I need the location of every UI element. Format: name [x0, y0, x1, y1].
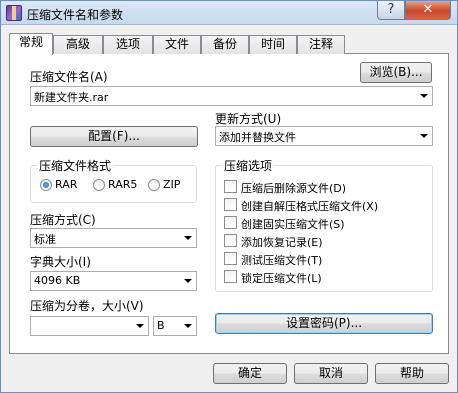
cancel-button[interactable]: 取消	[294, 363, 368, 384]
radio-rar5-label[interactable]: RAR5	[108, 178, 137, 191]
dict-label: 字典大小(I)	[30, 255, 91, 269]
dropdown-arrow-icon	[184, 324, 192, 328]
format-group-legend: 压缩文件格式	[37, 157, 114, 174]
help-title-button[interactable]: ?	[377, 1, 405, 20]
archive-dialog: 压缩文件名和参数 ? ✕ 压缩文件名(A) 浏览(B)... 新建文件夹.rar…	[0, 0, 458, 393]
checkbox-test[interactable]	[224, 252, 237, 265]
dropdown-arrow-icon	[184, 279, 192, 283]
checkbox-delete-after-label[interactable]: 压缩后删除源文件(D)	[241, 180, 346, 196]
tab-backup[interactable]: 备份	[201, 35, 249, 54]
tab-options[interactable]: 选项	[103, 35, 153, 54]
split-unit-select[interactable]: B	[153, 316, 197, 336]
winrar-app-icon	[6, 5, 22, 21]
dropdown-arrow-icon	[420, 134, 428, 138]
checkbox-sfx[interactable]	[224, 198, 237, 211]
dropdown-arrow-icon	[184, 236, 192, 240]
title-bar: 压缩文件名和参数 ? ✕	[1, 1, 457, 25]
dropdown-arrow-icon	[136, 324, 144, 328]
options-group: 压缩选项 压缩后删除源文件(D) 创建自解压格式压缩文件(X) 创建固实压缩文件…	[215, 157, 433, 292]
split-label: 压缩为分卷，大小(V)	[30, 299, 144, 313]
checkbox-lock[interactable]	[224, 270, 237, 283]
tab-panel-general: 压缩文件名(A) 浏览(B)... 新建文件夹.rar 更新方式(U) 配置(F…	[9, 53, 449, 354]
checkbox-solid-label[interactable]: 创建固实压缩文件(S)	[241, 216, 345, 232]
split-size-combo[interactable]	[30, 316, 149, 336]
archive-name-label: 压缩文件名(A)	[30, 70, 108, 84]
archive-name-combo[interactable]: 新建文件夹.rar	[30, 86, 433, 106]
radio-rar-label[interactable]: RAR	[55, 178, 77, 191]
tab-general[interactable]: 常规	[9, 33, 53, 55]
radio-rar[interactable]	[40, 179, 52, 191]
method-select[interactable]: 标准	[30, 228, 197, 248]
checkbox-solid[interactable]	[224, 216, 237, 229]
dict-select[interactable]: 4096 KB	[30, 271, 197, 291]
checkbox-recovery-label[interactable]: 添加恢复记录(E)	[241, 234, 323, 250]
tab-advanced[interactable]: 高级	[53, 35, 103, 54]
help-button[interactable]: 帮助	[375, 363, 449, 384]
split-unit-value: B	[157, 319, 165, 332]
method-label: 压缩方式(C)	[30, 213, 96, 227]
checkbox-lock-label[interactable]: 锁定压缩文件(L)	[241, 270, 322, 286]
profiles-button[interactable]: 配置(F)...	[30, 126, 198, 147]
checkbox-sfx-label[interactable]: 创建自解压格式压缩文件(X)	[241, 198, 378, 214]
archive-name-value: 新建文件夹.rar	[34, 91, 109, 104]
checkbox-recovery[interactable]	[224, 234, 237, 247]
dropdown-arrow-icon	[420, 94, 428, 98]
radio-zip-label[interactable]: ZIP	[163, 178, 180, 191]
window-title: 压缩文件名和参数	[27, 8, 124, 22]
tab-time[interactable]: 时间	[249, 35, 297, 54]
format-group: 压缩文件格式 RAR RAR5 ZIP	[30, 157, 197, 203]
close-button[interactable]: ✕	[405, 1, 451, 20]
radio-rar5[interactable]	[93, 179, 105, 191]
checkbox-test-label[interactable]: 测试压缩文件(T)	[241, 252, 322, 268]
tab-files[interactable]: 文件	[153, 35, 201, 54]
checkbox-delete-after[interactable]	[224, 180, 237, 193]
radio-zip[interactable]	[148, 179, 160, 191]
update-mode-label: 更新方式(U)	[215, 112, 282, 126]
dict-value: 4096 KB	[34, 274, 81, 287]
method-value: 标准	[34, 233, 56, 246]
options-group-legend: 压缩选项	[222, 157, 275, 174]
set-password-button[interactable]: 设置密码(P)...	[215, 313, 433, 334]
update-mode-select[interactable]: 添加并替换文件	[215, 126, 433, 146]
ok-button[interactable]: 确定	[213, 363, 287, 384]
tab-comment[interactable]: 注释	[297, 35, 345, 54]
update-mode-value: 添加并替换文件	[219, 131, 296, 144]
browse-button[interactable]: 浏览(B)...	[360, 62, 432, 83]
